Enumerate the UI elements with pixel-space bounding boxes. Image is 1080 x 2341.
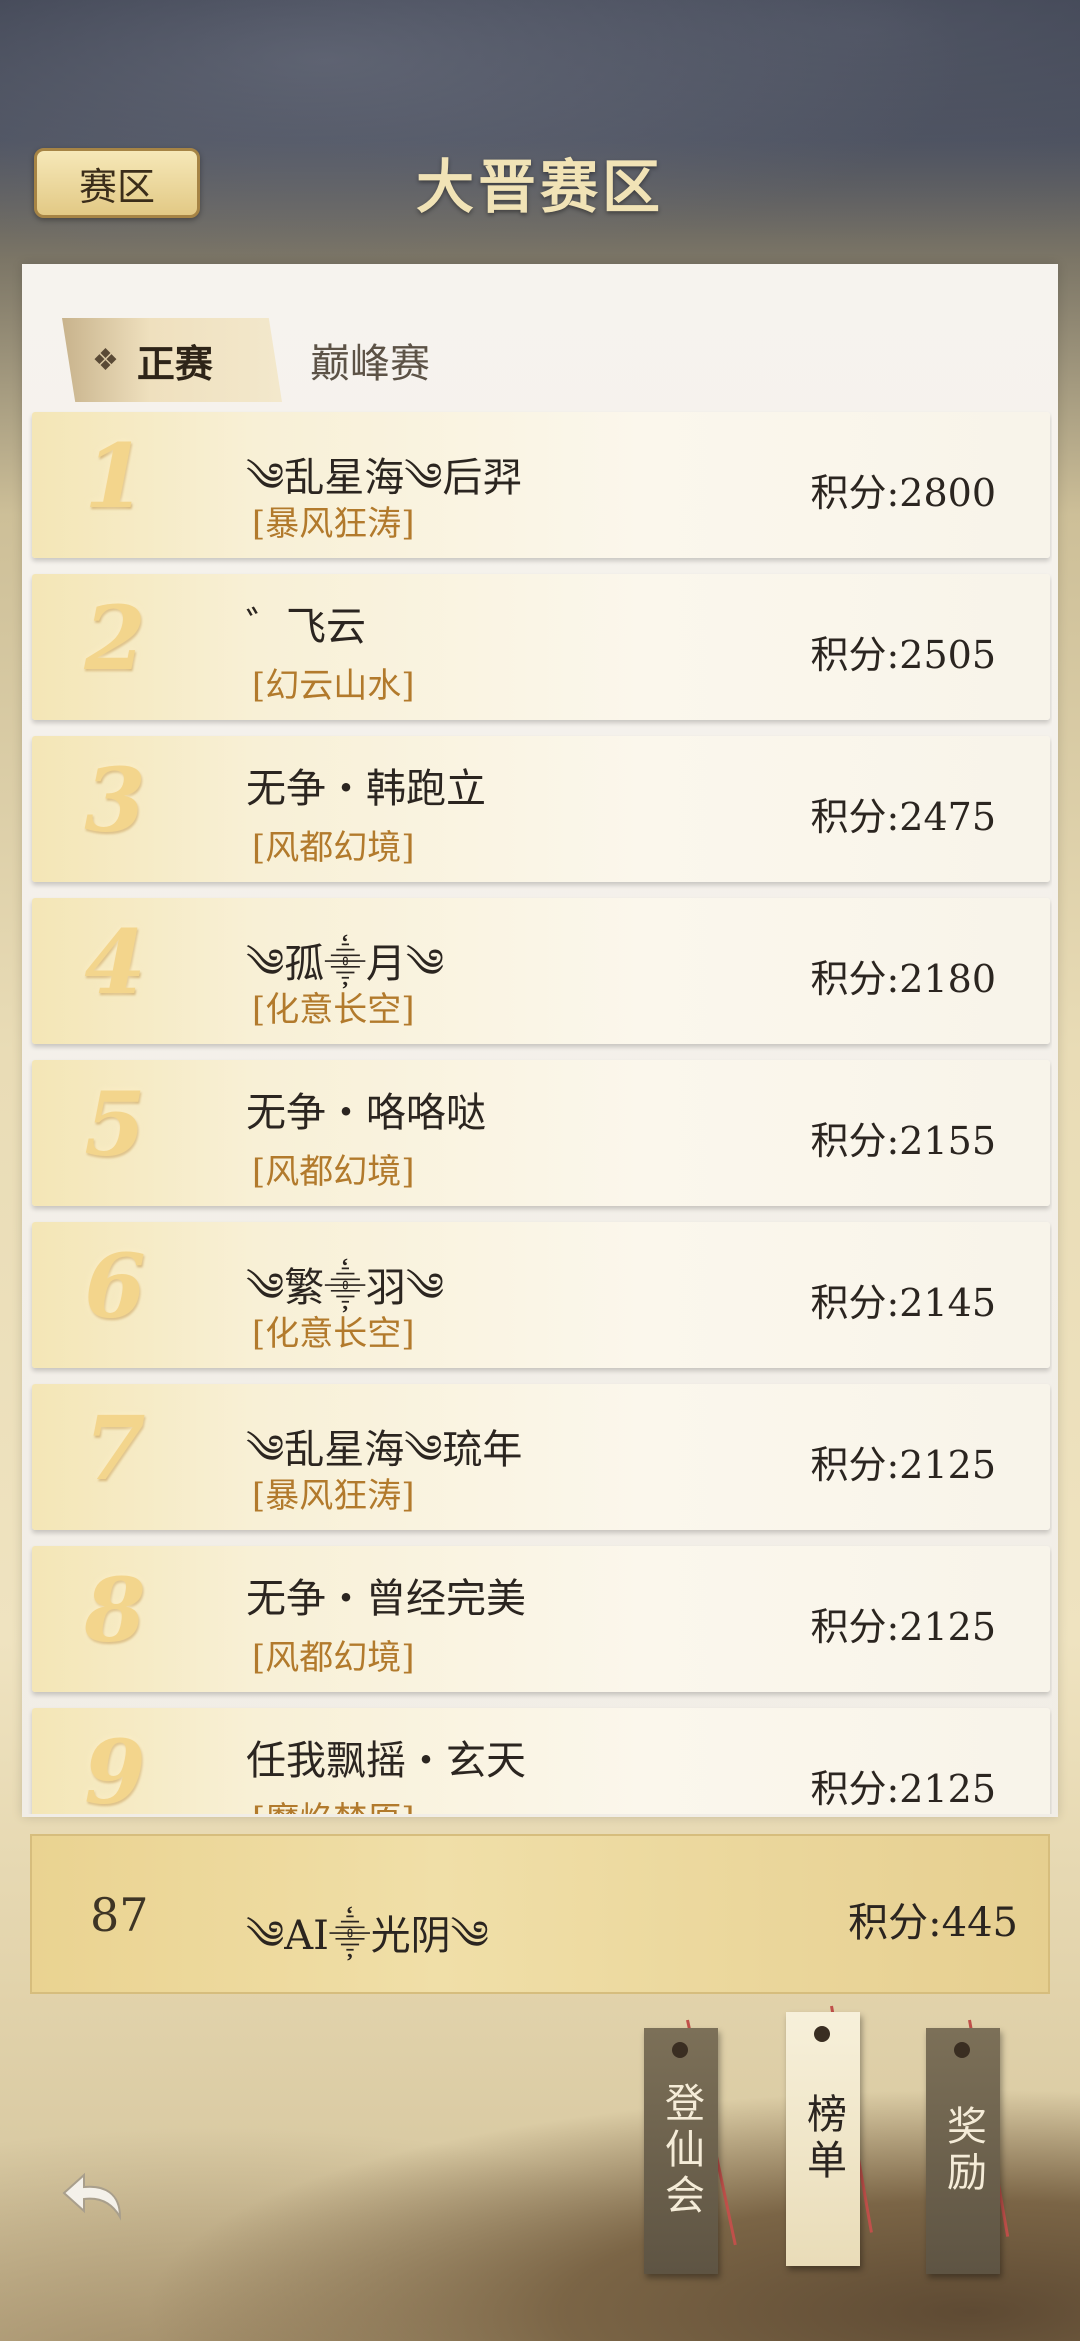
rank-number: 1 (84, 424, 146, 528)
back-button[interactable] (54, 2164, 138, 2234)
server-name: [风都幻境] (252, 828, 415, 868)
player-score: 积分:2155 (810, 1119, 996, 1163)
my-player-name: ༄AI⸎光阴༄ (246, 1913, 489, 1959)
page-title: 大晋赛区 (415, 153, 664, 221)
player-name: 任我飘摇・玄天 (246, 1738, 526, 1784)
player-score: 积分:2125 (810, 1443, 996, 1487)
tag-label: 登仙会 (658, 2082, 704, 2220)
ranking-row[interactable]: 9 任我飘摇・玄天 [魔焰焚原] 积分:2125 (32, 1708, 1050, 1814)
ranking-row[interactable]: 4 ༄孤⸎月༄ [化意长空] 积分:2180 (32, 898, 1050, 1044)
player-score: 积分:2475 (810, 795, 996, 839)
tab-bar: ❖ 正赛 巅峰赛 (62, 316, 430, 404)
tag-label: 奖励 (940, 2105, 986, 2197)
denxianhui-tag[interactable]: 登仙会 (644, 2028, 718, 2274)
rank-number: 9 (84, 1720, 146, 1814)
ranking-row[interactable]: 5 无争・咯咯哒 [风都幻境] 积分:2155 (32, 1060, 1050, 1206)
ranking-row[interactable]: 6 ༄繁⸎羽༄ [化意长空] 积分:2145 (32, 1222, 1050, 1368)
player-score: 积分:2125 (810, 1605, 996, 1649)
landscape-decoration (0, 2050, 1080, 2341)
server-name: [暴风狂涛] (252, 504, 415, 544)
player-score: 积分:2180 (810, 957, 996, 1001)
player-name: 无争・咯咯哒 (246, 1090, 486, 1136)
tag-label: 榜单 (800, 2093, 846, 2185)
server-name: [化意长空] (252, 1314, 415, 1354)
rank-number: 2 (84, 586, 146, 690)
rank-number: 5 (84, 1072, 146, 1176)
server-name: [幻云山水] (252, 666, 415, 706)
ranking-row[interactable]: 7 ༄乱星海༄琉年 [暴风狂涛] 积分:2125 (32, 1384, 1050, 1530)
player-score: 积分:2800 (810, 471, 996, 515)
tab-label: 正赛 (136, 340, 213, 386)
rewards-tag[interactable]: 奖励 (926, 2028, 1000, 2274)
ranking-list[interactable]: 1 ༄乱星海༄后羿 [暴风狂涛] 积分:2800 2 ゛飞云 [幻云山水] 积分… (28, 410, 1052, 1814)
rank-number: 8 (84, 1558, 146, 1662)
server-name: [暴风狂涛] (252, 1476, 415, 1516)
ranking-row[interactable]: 8 无争・曾经完美 [风都幻境] 积分:2125 (32, 1546, 1050, 1692)
rank-number: 3 (84, 748, 146, 852)
player-score: 积分:2125 (810, 1767, 996, 1811)
player-name: ゛飞云 (246, 604, 366, 650)
leaderboard-tag[interactable]: 榜单 (786, 2012, 860, 2266)
tab-peak-match[interactable]: 巅峰赛 (310, 331, 430, 389)
ranking-row[interactable]: 1 ༄乱星海༄后羿 [暴风狂涛] 积分:2800 (32, 412, 1050, 558)
rank-number: 4 (84, 910, 146, 1014)
player-name: 无争・韩跑立 (246, 766, 486, 812)
player-score: 积分:2505 (810, 633, 996, 677)
server-name: [化意长空] (252, 990, 415, 1030)
my-player-score: 积分:445 (848, 1900, 1018, 1946)
server-name: [风都幻境] (252, 1638, 415, 1678)
player-score: 积分:2145 (810, 1281, 996, 1325)
rank-number: 6 (84, 1234, 146, 1338)
diamond-icon: ❖ (92, 342, 119, 378)
player-name: 无争・曾经完美 (246, 1576, 526, 1622)
server-name: [魔焰焚原] (252, 1792, 415, 1814)
tab-main-match[interactable]: ❖ 正赛 (62, 318, 282, 402)
my-rank-bar[interactable]: 87 ༄AI⸎光阴༄ 积分:445 (30, 1834, 1050, 1994)
ranking-row[interactable]: 2 ゛飞云 [幻云山水] 积分:2505 (32, 574, 1050, 720)
back-arrow-icon (62, 2172, 122, 2221)
my-rank-number: 87 (90, 1888, 149, 1942)
server-name: [风都幻境] (252, 1152, 415, 1192)
rank-number: 7 (84, 1396, 146, 1500)
ranking-row[interactable]: 3 无争・韩跑立 [风都幻境] 积分:2475 (32, 736, 1050, 882)
